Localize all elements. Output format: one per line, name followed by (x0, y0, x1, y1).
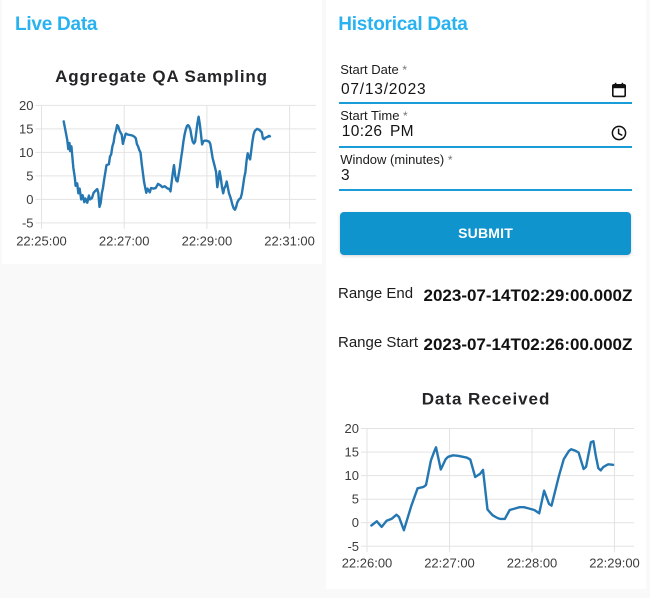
svg-text:22:26:00: 22:26:00 (342, 556, 393, 571)
svg-text:0: 0 (26, 192, 33, 207)
svg-text:10: 10 (345, 468, 359, 483)
svg-text:15: 15 (19, 121, 33, 136)
svg-text:22:29:00: 22:29:00 (589, 556, 640, 571)
svg-text:Aggregate QA Sampling: Aggregate QA Sampling (55, 67, 268, 86)
svg-text:22:29:00: 22:29:00 (182, 234, 233, 249)
svg-text:5: 5 (26, 168, 33, 183)
svg-text:0: 0 (352, 515, 359, 530)
svg-text:22:25:00: 22:25:00 (16, 234, 67, 249)
svg-text:Data Received: Data Received (422, 390, 551, 409)
svg-text:22:31:00: 22:31:00 (264, 234, 315, 249)
svg-text:-5: -5 (22, 215, 34, 230)
svg-text:-5: -5 (347, 539, 359, 554)
svg-text:15: 15 (345, 445, 359, 460)
svg-text:22:28:00: 22:28:00 (507, 556, 558, 571)
svg-text:20: 20 (19, 98, 33, 113)
svg-text:22:27:00: 22:27:00 (424, 556, 475, 571)
svg-text:22:27:00: 22:27:00 (99, 234, 150, 249)
svg-text:20: 20 (345, 421, 359, 436)
svg-text:10: 10 (19, 145, 33, 160)
svg-text:5: 5 (352, 492, 359, 507)
